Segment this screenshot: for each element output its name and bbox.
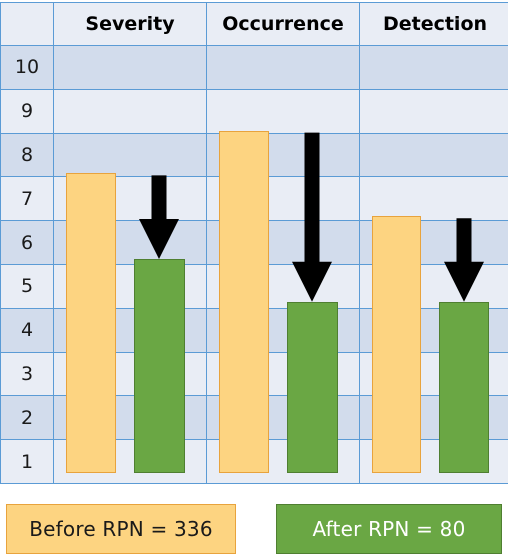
- plot-cell-severity-1: [53, 439, 207, 484]
- legend-label-after: After RPN = 80: [312, 517, 466, 541]
- legend-item-before: Before RPN = 336: [6, 504, 236, 554]
- plot-cell-occurrence-9: [206, 88, 360, 134]
- y-axis-label-9: 9: [0, 88, 54, 134]
- y-axis-label-2: 2: [0, 395, 54, 441]
- grid-row-7: 7: [0, 176, 508, 222]
- plot-cell-detection-9: [359, 88, 508, 134]
- plot-cell-severity-4: [53, 307, 207, 353]
- grid-row-2: 2: [0, 395, 508, 441]
- y-axis-label-10: 10: [0, 45, 54, 90]
- column-header-occurrence: Occurrence: [206, 2, 360, 46]
- plot-cell-detection-1: [359, 439, 508, 484]
- plot-cell-severity-10: [53, 45, 207, 90]
- plot-cell-severity-9: [53, 88, 207, 134]
- grid-row-3: 3: [0, 351, 508, 397]
- table-header-row: Severity Occurrence Detection: [0, 2, 508, 46]
- y-axis-label-1: 1: [0, 439, 54, 484]
- grid-row-4: 4: [0, 307, 508, 353]
- grid-row-1: 1: [0, 439, 508, 484]
- y-axis-label-7: 7: [0, 176, 54, 222]
- plot-cell-detection-2: [359, 395, 508, 441]
- grid-row-6: 6: [0, 220, 508, 265]
- rpn-before-after-chart: Severity Occurrence Detection 10 9 8 7 6…: [0, 0, 508, 560]
- plot-cell-detection-7: [359, 176, 508, 222]
- legend: Before RPN = 336 After RPN = 80: [0, 504, 508, 556]
- plot-cell-severity-2: [53, 395, 207, 441]
- plot-cell-occurrence-6: [206, 220, 360, 265]
- plot-cell-occurrence-2: [206, 395, 360, 441]
- table-corner-cell: [0, 2, 54, 46]
- legend-label-before: Before RPN = 336: [29, 517, 213, 541]
- y-axis-label-8: 8: [0, 132, 54, 178]
- plot-cell-detection-10: [359, 45, 508, 90]
- legend-item-after: After RPN = 80: [276, 504, 502, 554]
- y-axis-label-6: 6: [0, 220, 54, 265]
- grid-row-10: 10: [0, 45, 508, 90]
- plot-cell-detection-4: [359, 307, 508, 353]
- plot-cell-severity-5: [53, 263, 207, 309]
- chart-grid-table: Severity Occurrence Detection 10 9 8 7 6…: [0, 2, 508, 484]
- plot-cell-occurrence-7: [206, 176, 360, 222]
- y-axis-label-5: 5: [0, 263, 54, 309]
- plot-cell-detection-8: [359, 132, 508, 178]
- plot-cell-detection-3: [359, 351, 508, 397]
- plot-cell-severity-8: [53, 132, 207, 178]
- y-axis-label-3: 3: [0, 351, 54, 397]
- plot-cell-severity-6: [53, 220, 207, 265]
- plot-cell-severity-7: [53, 176, 207, 222]
- plot-cell-occurrence-3: [206, 351, 360, 397]
- grid-row-8: 8: [0, 132, 508, 178]
- column-header-severity: Severity: [53, 2, 207, 46]
- plot-cell-occurrence-10: [206, 45, 360, 90]
- plot-cell-severity-3: [53, 351, 207, 397]
- grid-row-5: 5: [0, 263, 508, 309]
- plot-cell-occurrence-8: [206, 132, 360, 178]
- grid-row-9: 9: [0, 88, 508, 134]
- plot-cell-detection-5: [359, 263, 508, 309]
- plot-cell-detection-6: [359, 220, 508, 265]
- y-axis-label-4: 4: [0, 307, 54, 353]
- column-header-detection: Detection: [359, 2, 508, 46]
- plot-cell-occurrence-4: [206, 307, 360, 353]
- plot-cell-occurrence-5: [206, 263, 360, 309]
- plot-cell-occurrence-1: [206, 439, 360, 484]
